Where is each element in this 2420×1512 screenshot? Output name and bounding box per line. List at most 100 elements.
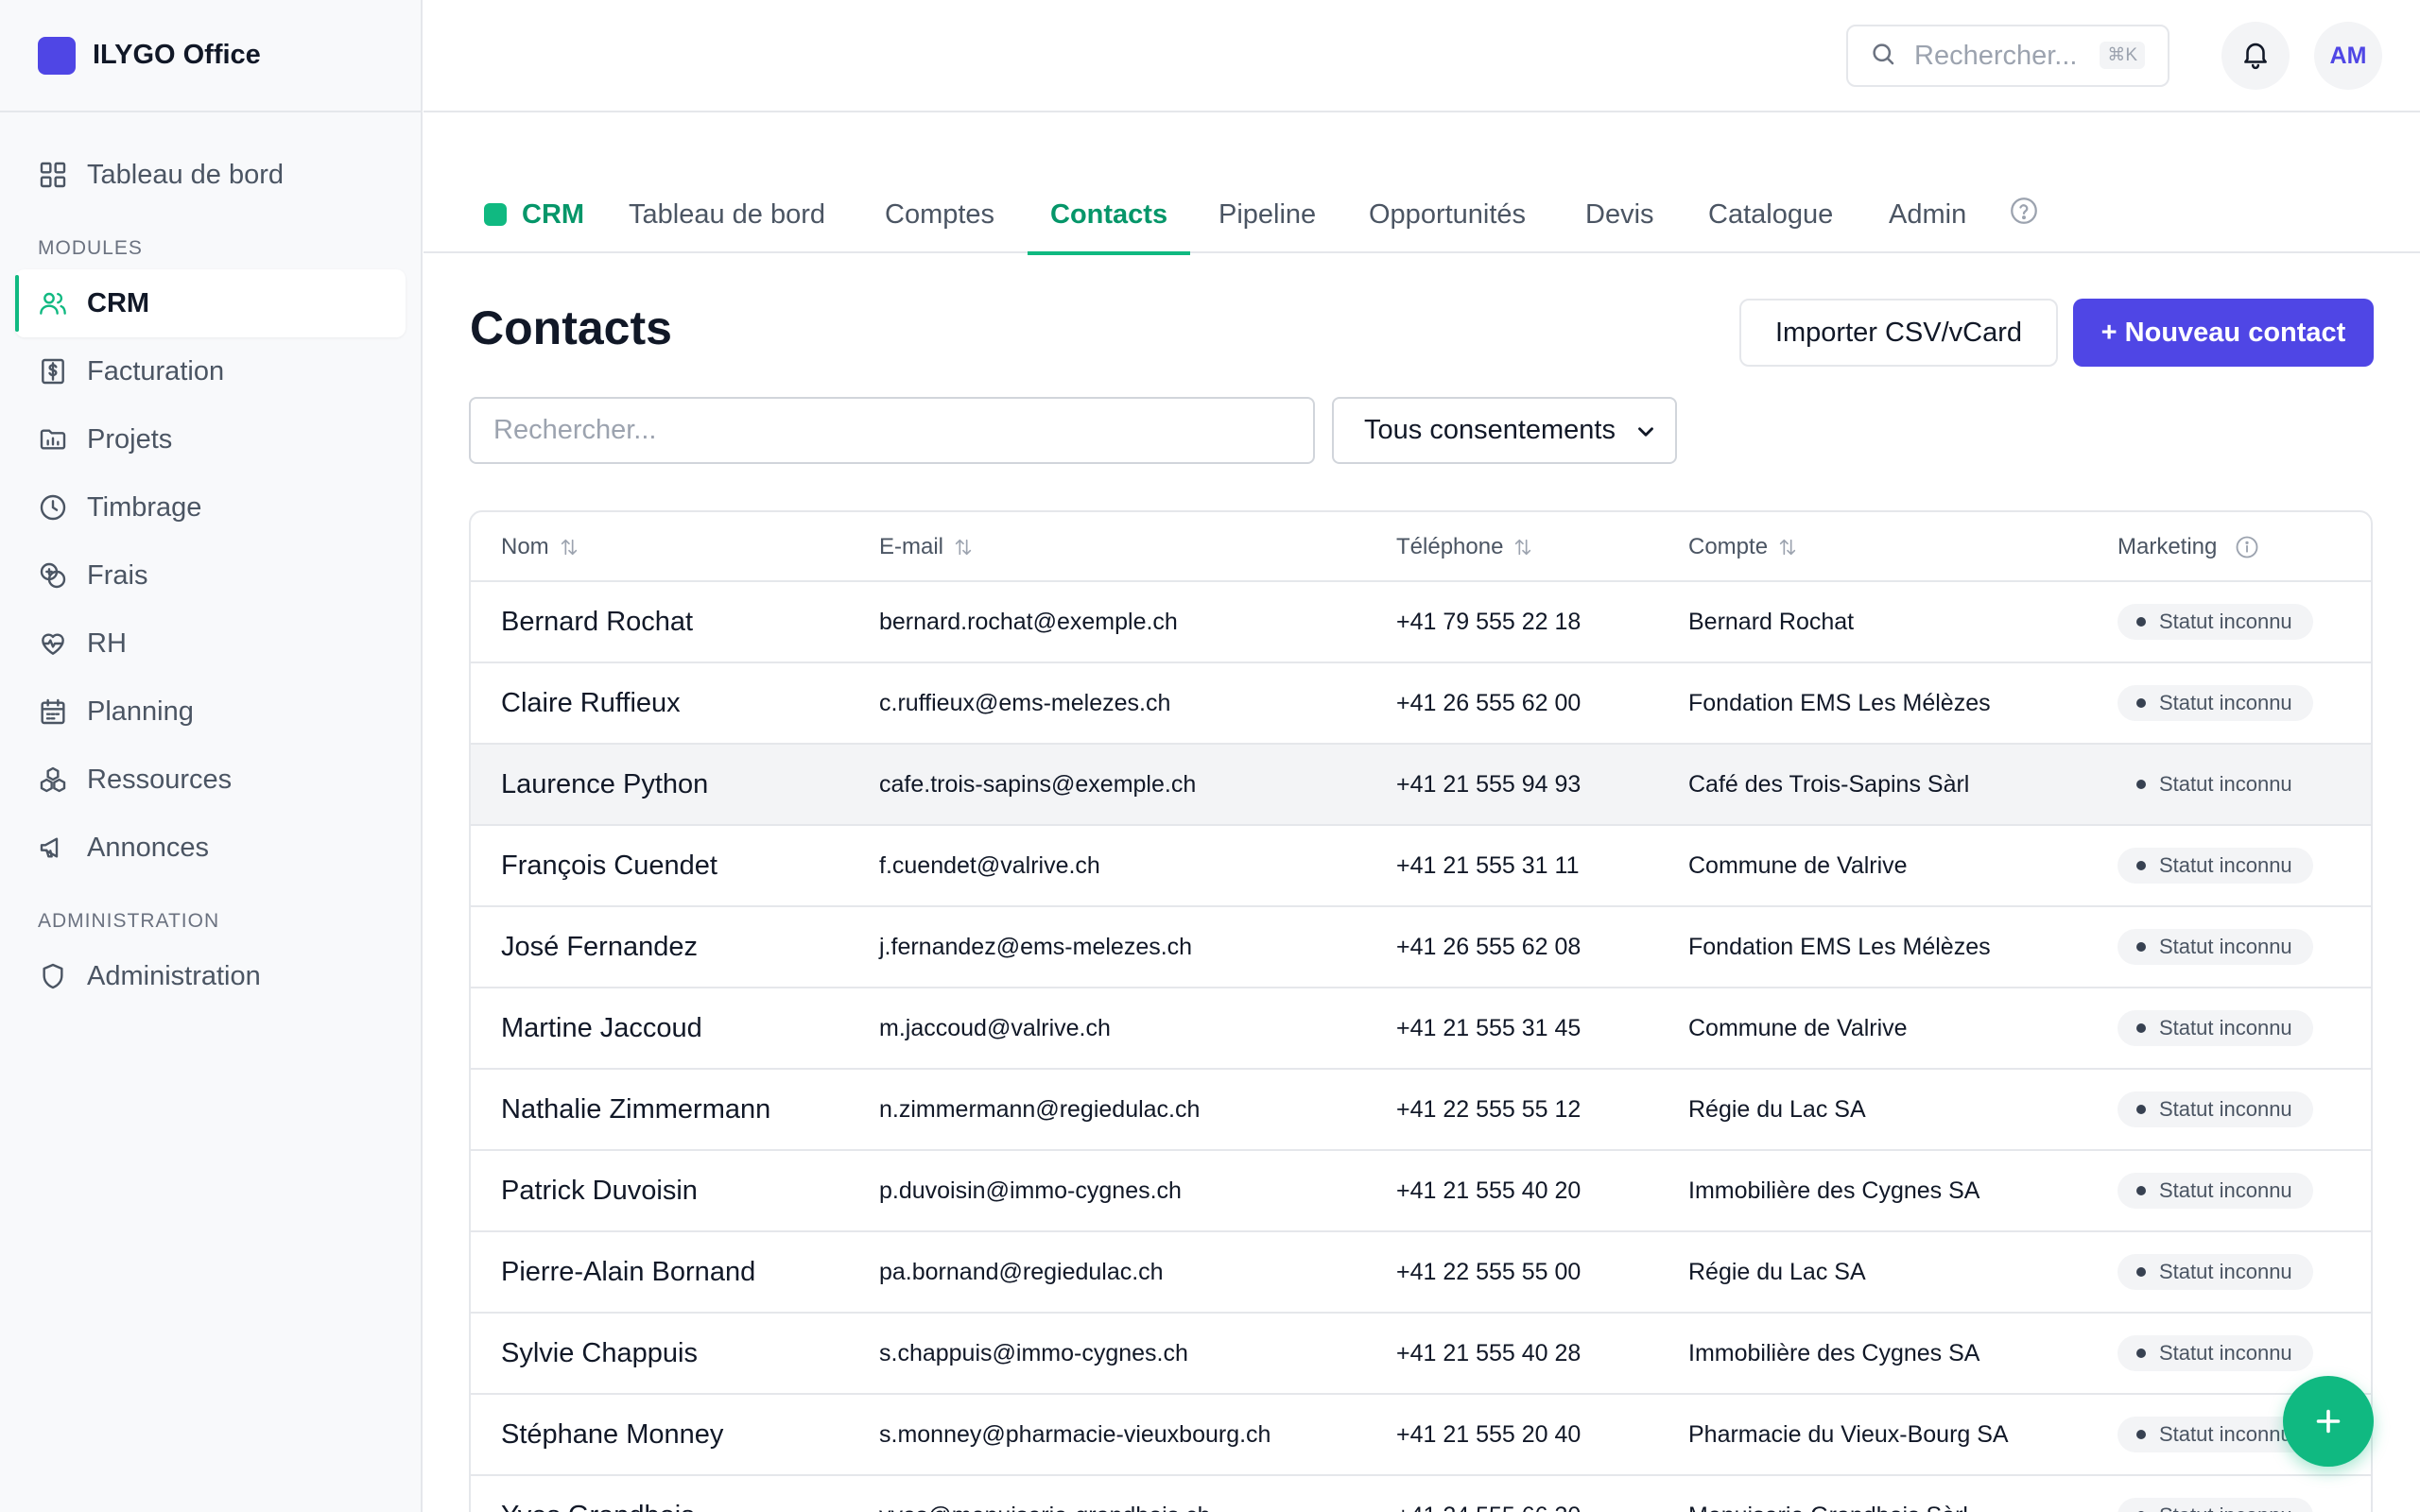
table-row[interactable]: José Fernandez j.fernandez@ems-melezes.c… [471, 907, 2371, 988]
tab-label: Contacts [1050, 198, 1168, 230]
sidebar-item-annonces[interactable]: Annonces [0, 814, 421, 882]
table-row[interactable]: Stéphane Monney s.monney@pharmacie-vieux… [471, 1395, 2371, 1476]
marketing-cell: Statut inconnu [2118, 1232, 2313, 1312]
status-text: Statut inconnu [2159, 1016, 2292, 1040]
notifications-button[interactable] [2221, 22, 2290, 90]
consent-filter-select[interactable]: Tous consentements [1332, 397, 1677, 464]
sort-icon [955, 539, 972, 556]
sidebar-item-frais[interactable]: Frais [0, 541, 421, 610]
contact-name: Yves Grandbois [501, 1476, 695, 1512]
table-row[interactable]: Yves Grandbois yves@menuiserie-grandbois… [471, 1476, 2371, 1512]
column-header-email[interactable]: E-mail [879, 512, 974, 582]
sidebar-item-timbrage[interactable]: Timbrage [0, 473, 421, 541]
marketing-cell: Statut inconnu [2118, 1395, 2313, 1474]
status-badge: Statut inconnu [2118, 1091, 2313, 1127]
tab-label: Tableau de bord [629, 198, 825, 230]
sidebar-item-facturation[interactable]: Facturation [0, 337, 421, 405]
sidebar: ILYGO Office Tableau de bord MODULES CRM… [0, 0, 423, 1512]
shortcut-hint: ⌘K [2100, 42, 2145, 69]
marketing-cell: Statut inconnu [2118, 582, 2313, 662]
contacts-search-input[interactable] [469, 397, 1315, 464]
contact-name: Pierre-Alain Bornand [501, 1256, 756, 1287]
help-button[interactable] [2008, 176, 2040, 253]
contact-phone: +41 26 555 62 00 [1396, 689, 1582, 716]
table-row-hovered[interactable]: Laurence Python cafe.trois-sapins@exempl… [471, 745, 2371, 826]
tab-label: Comptes [885, 198, 995, 230]
table-row[interactable]: Pierre-Alain Bornand pa.bornand@regiedul… [471, 1232, 2371, 1314]
clock-icon [38, 492, 68, 523]
shield-icon [38, 961, 68, 991]
tab-crm-module[interactable]: CRM [484, 176, 584, 253]
status-text: Statut inconnu [2159, 1260, 2292, 1283]
tab-catalogue[interactable]: Catalogue [1708, 176, 1833, 253]
column-header-telephone[interactable]: Téléphone [1396, 512, 1533, 582]
sidebar-item-label: Timbrage [87, 491, 202, 523]
table-row[interactable]: Bernard Rochat bernard.rochat@exemple.ch… [471, 582, 2371, 663]
table-row[interactable]: Sylvie Chappuis s.chappuis@immo-cygnes.c… [471, 1314, 2371, 1395]
contact-account: Immobilière des Cygnes SA [1688, 1339, 1980, 1366]
contact-phone: +41 22 555 55 12 [1396, 1095, 1582, 1123]
tab-label: Pipeline [1219, 198, 1317, 230]
status-dot [2136, 1349, 2146, 1358]
marketing-cell: Statut inconnu [2118, 988, 2313, 1068]
marketing-cell: Statut inconnu [2118, 745, 2313, 824]
info-icon[interactable] [2234, 534, 2260, 560]
status-dot [2136, 1186, 2146, 1195]
status-text: Statut inconnu [2159, 1178, 2292, 1202]
app-logo [38, 36, 76, 75]
section-heading-modules: MODULES [38, 237, 143, 259]
sidebar-item-ressources[interactable]: Ressources [0, 746, 421, 814]
contact-account: Fondation EMS Les Mélèzes [1688, 933, 1991, 960]
tab-contacts[interactable]: Contacts [1027, 176, 1191, 255]
table-row[interactable]: Patrick Duvoisin p.duvoisin@immo-cygnes.… [471, 1151, 2371, 1232]
sidebar-item-crm[interactable]: CRM [15, 269, 406, 337]
status-text: Statut inconnu [2159, 1503, 2292, 1512]
tab-devis[interactable]: Devis [1585, 176, 1654, 253]
floating-add-button[interactable] [2283, 1376, 2374, 1467]
tab-opportunites[interactable]: Opportunités [1369, 176, 1526, 253]
status-badge: Statut inconnu [2118, 685, 2313, 721]
sidebar-item-planning[interactable]: Planning [0, 678, 421, 746]
table-row[interactable]: Martine Jaccoud m.jaccoud@valrive.ch +41… [471, 988, 2371, 1070]
contact-phone: +41 21 555 20 40 [1396, 1420, 1582, 1448]
contact-account: Commune de Valrive [1688, 851, 1908, 879]
contact-name: José Fernandez [501, 931, 698, 962]
status-badge: Statut inconnu [2118, 1335, 2313, 1371]
tab-pipeline[interactable]: Pipeline [1219, 176, 1316, 253]
sort-icon [1515, 539, 1531, 556]
status-badge: Statut inconnu [2118, 1010, 2313, 1046]
sidebar-item-label: RH [87, 627, 127, 659]
contact-email: bernard.rochat@exemple.ch [879, 608, 1178, 635]
sidebar-item-label: Planning [87, 696, 194, 727]
contact-account: Commune de Valrive [1688, 1014, 1908, 1041]
global-search-placeholder: Rechercher... [1914, 40, 2078, 71]
tab-comptes[interactable]: Comptes [885, 176, 994, 253]
import-csv-vcard-button[interactable]: Importer CSV/vCard [1739, 299, 2058, 367]
sidebar-item-tableau-de-bord[interactable]: Tableau de bord [0, 141, 421, 209]
global-search[interactable]: Rechercher... ⌘K [1846, 25, 2169, 87]
status-badge: Statut inconnu [2118, 1498, 2313, 1512]
contact-phone: +41 26 555 62 08 [1396, 933, 1582, 960]
contact-email: s.chappuis@immo-cygnes.ch [879, 1339, 1188, 1366]
brand[interactable]: ILYGO Office [0, 0, 421, 112]
column-header-compte[interactable]: Compte [1688, 512, 1798, 582]
status-badge: Statut inconnu [2118, 848, 2313, 884]
status-dot [2136, 942, 2146, 952]
table-row[interactable]: Claire Ruffieux c.ruffieux@ems-melezes.c… [471, 663, 2371, 745]
marketing-cell: Statut inconnu [2118, 907, 2313, 987]
status-dot [2136, 1267, 2146, 1277]
table-row[interactable]: François Cuendet f.cuendet@valrive.ch +4… [471, 826, 2371, 907]
sidebar-item-administration[interactable]: Administration [0, 942, 421, 1010]
user-avatar[interactable]: AM [2314, 22, 2382, 90]
new-contact-button[interactable]: + Nouveau contact [2073, 299, 2374, 367]
tab-tableau-de-bord[interactable]: Tableau de bord [629, 176, 825, 253]
sidebar-item-rh[interactable]: RH [0, 610, 421, 678]
tab-admin[interactable]: Admin [1889, 176, 1966, 253]
column-header-nom[interactable]: Nom [501, 512, 579, 582]
search-icon [1869, 40, 1897, 73]
contact-email: pa.bornand@regiedulac.ch [879, 1258, 1164, 1285]
contact-account: Menuiserie Grandbois Sàrl [1688, 1476, 1968, 1512]
sidebar-item-projets[interactable]: Projets [0, 405, 421, 473]
sort-icon [561, 539, 577, 556]
table-row[interactable]: Nathalie Zimmermann n.zimmermann@regiedu… [471, 1070, 2371, 1151]
